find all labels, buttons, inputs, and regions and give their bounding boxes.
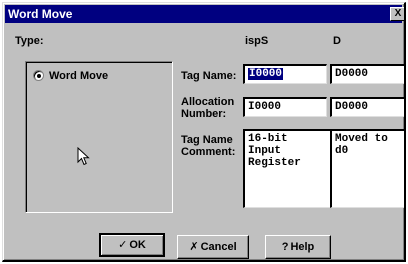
close-button[interactable]: X [390, 7, 404, 21]
allocation-dest-input[interactable]: D0000 [330, 97, 404, 117]
tag-name-dest-input[interactable]: D0000 [330, 64, 404, 84]
check-icon: ✓ [118, 239, 128, 251]
tag-name-source-input[interactable]: I0000 [243, 64, 327, 84]
dest-column-header: D [333, 35, 341, 47]
help-button[interactable]: ? Help [265, 235, 331, 259]
cross-icon: ✗ [189, 241, 199, 253]
question-icon: ? [281, 241, 289, 253]
tag-name-label: Tag Name: [181, 70, 237, 82]
type-group-box [25, 61, 173, 213]
allocation-label-line1: Allocation [181, 96, 235, 108]
comment-label-line1: Tag Name [181, 134, 233, 146]
type-label: Type: [15, 35, 44, 47]
word-move-radio[interactable] [33, 70, 44, 81]
dialog-title: Word Move [8, 7, 73, 21]
allocation-source-value: I0000 [248, 101, 282, 113]
title-bar: Word Move X [5, 5, 404, 23]
source-column-header: ispS [245, 35, 269, 47]
comment-dest-textarea[interactable]: Moved to d0 [330, 129, 404, 208]
close-icon: X [394, 8, 402, 19]
ok-button-label: OK [129, 239, 146, 251]
allocation-dest-value: D0000 [335, 101, 369, 113]
tag-name-source-value: I0000 [248, 68, 284, 80]
allocation-source-input[interactable]: I0000 [243, 97, 327, 117]
help-button-label: Help [290, 241, 315, 253]
cancel-button[interactable]: ✗ Cancel [177, 235, 249, 259]
comment-source-textarea[interactable]: 16-bit Input Register [243, 129, 331, 208]
comment-label-line2: Comment: [181, 146, 236, 158]
tag-name-dest-value: D0000 [335, 68, 369, 80]
word-move-dialog: Word Move X Type: Word Move ispS D Tag N… [2, 2, 406, 262]
mouse-pointer-icon [77, 147, 90, 166]
ok-button[interactable]: ✓ OK [99, 233, 165, 257]
radio-selected-dot [37, 74, 41, 78]
cancel-button-label: Cancel [200, 241, 237, 253]
allocation-label-line2: Number: [181, 108, 227, 120]
word-move-radio-label[interactable]: Word Move [49, 70, 108, 82]
